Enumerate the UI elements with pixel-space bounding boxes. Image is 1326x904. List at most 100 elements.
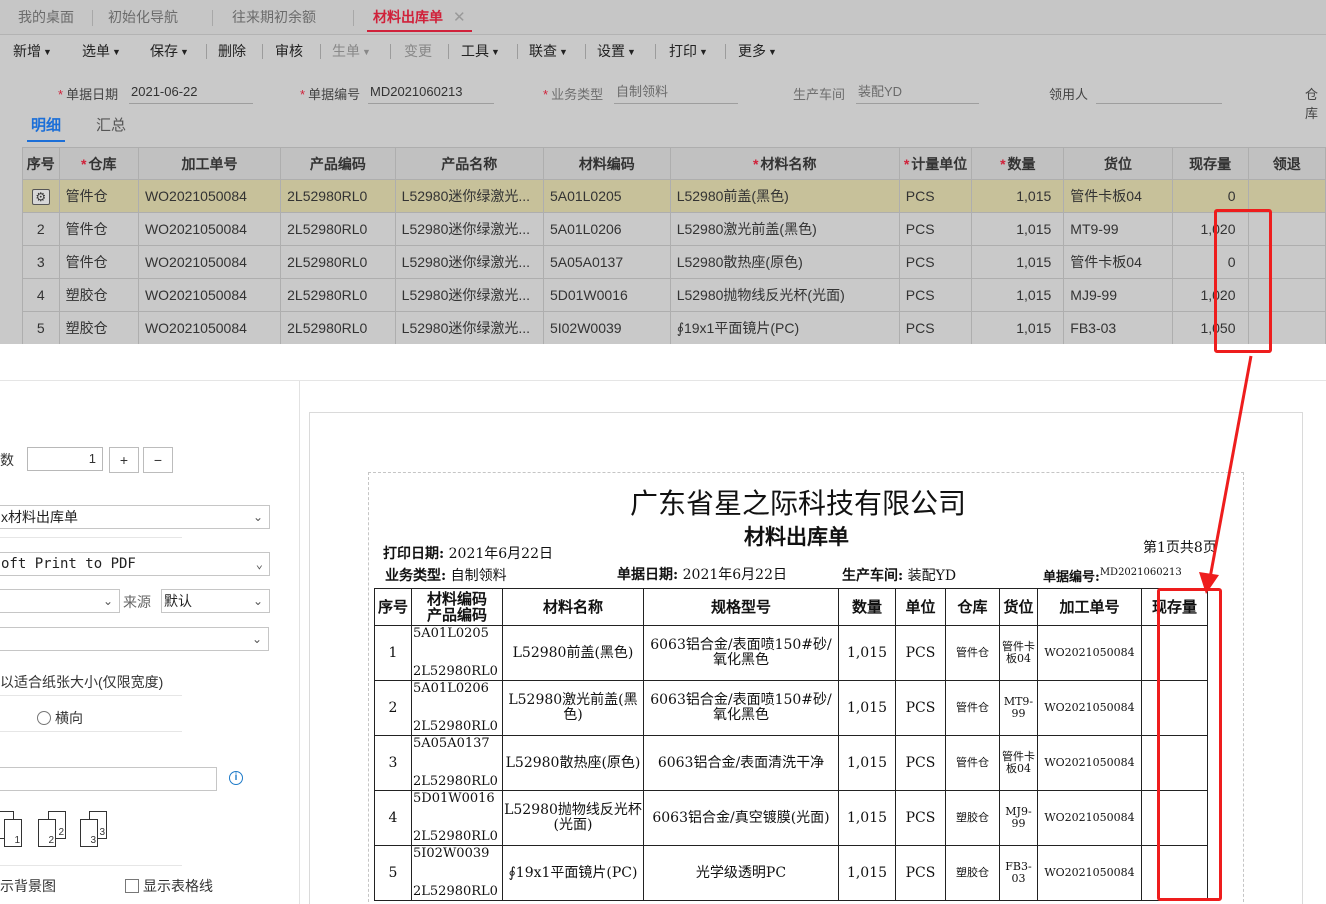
- cell-product-code[interactable]: 2L52980RL0: [280, 245, 396, 279]
- tools-button[interactable]: 工具 ▼: [461, 36, 500, 66]
- tab-init-nav[interactable]: 初始化导航: [90, 0, 196, 35]
- cell-warehouse[interactable]: 管件仓: [58, 212, 139, 246]
- cell-warehouse[interactable]: 塑胶仓: [58, 278, 139, 312]
- table-row[interactable]: 4 塑胶仓 WO2021050084 2L52980RL0 L52980迷你绿激…: [22, 278, 1326, 312]
- cell-warehouse[interactable]: 管件仓: [58, 179, 139, 213]
- source-select[interactable]: 默认 ⌄: [161, 589, 270, 613]
- cell-unit[interactable]: PCS: [898, 212, 973, 246]
- paper-select[interactable]: ⌄: [0, 589, 120, 613]
- scale-select[interactable]: ⌄: [0, 627, 269, 651]
- landscape-radio[interactable]: 横向: [37, 708, 83, 728]
- cell-product-code[interactable]: 2L52980RL0: [280, 212, 396, 246]
- date-field[interactable]: 2021-06-22: [129, 82, 253, 104]
- cell-location[interactable]: MT9-99: [1063, 212, 1173, 246]
- col-material-code[interactable]: 材料编码: [542, 147, 671, 180]
- cell-product-name[interactable]: L52980迷你绿激光...: [394, 278, 544, 312]
- col-seq[interactable]: 序号: [22, 147, 60, 180]
- col-unit[interactable]: * 计量单位: [898, 147, 973, 180]
- settings-button[interactable]: 设置 ▼: [597, 36, 636, 66]
- cell-work-order[interactable]: WO2021050084: [137, 212, 282, 246]
- cell-material-code[interactable]: 5A05A0137: [542, 245, 671, 279]
- col-stock[interactable]: 现存量: [1171, 147, 1249, 180]
- cell-quantity[interactable]: 1,015: [971, 311, 1065, 344]
- cell-work-order[interactable]: WO2021050084: [137, 311, 282, 344]
- col-material-name[interactable]: * 材料名称: [669, 147, 900, 180]
- table-row[interactable]: ⚙ 管件仓 WO2021050084 2L52980RL0 L52980迷你绿激…: [22, 179, 1326, 213]
- col-warehouse[interactable]: * 仓库: [58, 147, 139, 180]
- cell-product-code[interactable]: 2L52980RL0: [280, 311, 396, 344]
- audit-button[interactable]: 审核: [275, 36, 303, 66]
- tab-detail[interactable]: 明细: [26, 114, 66, 142]
- cell-product-code[interactable]: 2L52980RL0: [280, 179, 396, 213]
- page-range-input[interactable]: [0, 767, 217, 791]
- cell-warehouse[interactable]: 塑胶仓: [58, 311, 139, 344]
- cell-location[interactable]: 管件卡板04: [1063, 245, 1173, 279]
- cell-unit[interactable]: PCS: [898, 179, 973, 213]
- cell-unit[interactable]: PCS: [898, 245, 973, 279]
- cell-material-name[interactable]: ∮19x1平面镜片(PC): [669, 311, 900, 344]
- save-button[interactable]: 保存 ▼: [150, 36, 189, 66]
- info-icon[interactable]: i: [229, 771, 243, 785]
- table-row[interactable]: 3 管件仓 WO2021050084 2L52980RL0 L52980迷你绿激…: [22, 245, 1326, 279]
- tab-material-issue[interactable]: 材料出库单 ✕: [355, 0, 484, 35]
- cell-product-name[interactable]: L52980迷你绿激光...: [394, 179, 544, 213]
- collate-pages-icon[interactable]: 1: [4, 819, 22, 847]
- printer-select[interactable]: oft Print to PDF ⌄: [0, 552, 270, 576]
- copies-minus-button[interactable]: −: [143, 447, 173, 473]
- cell-work-order[interactable]: WO2021050084: [137, 278, 282, 312]
- receiver-field[interactable]: [1096, 82, 1222, 104]
- change-button[interactable]: 变更: [404, 36, 432, 66]
- gear-icon[interactable]: ⚙: [31, 188, 50, 205]
- checkbox-icon[interactable]: [125, 879, 139, 893]
- radio-icon[interactable]: [37, 711, 51, 725]
- collate-pages-icon[interactable]: 2: [38, 819, 56, 847]
- row-settings-cell[interactable]: ⚙: [22, 179, 60, 213]
- delete-button[interactable]: 删除: [218, 36, 246, 66]
- cell-material-name[interactable]: L52980前盖(黑色): [669, 179, 900, 213]
- collate-pages-icon[interactable]: 3: [80, 819, 98, 847]
- cell-product-name[interactable]: L52980迷你绿激光...: [394, 212, 544, 246]
- new-button[interactable]: 新增 ▼: [13, 36, 52, 66]
- doc-no-field[interactable]: MD2021060213: [368, 82, 494, 104]
- cell-quantity[interactable]: 1,015: [971, 179, 1065, 213]
- cell-material-code[interactable]: 5A01L0206: [542, 212, 671, 246]
- cell-material-name[interactable]: L52980散热座(原色): [669, 245, 900, 279]
- biz-type-field[interactable]: 自制领料: [614, 82, 738, 104]
- cell-location[interactable]: MJ9-99: [1063, 278, 1173, 312]
- col-return[interactable]: 领退: [1247, 147, 1326, 180]
- col-work-order[interactable]: 加工单号: [137, 147, 282, 180]
- col-product-name[interactable]: 产品名称: [394, 147, 544, 180]
- cell-product-code[interactable]: 2L52980RL0: [280, 278, 396, 312]
- cell-material-code[interactable]: 5A01L0205: [542, 179, 671, 213]
- more-button[interactable]: 更多 ▼: [738, 36, 777, 66]
- show-gridlines-checkbox[interactable]: 显示表格线: [125, 876, 213, 896]
- copies-plus-button[interactable]: +: [109, 447, 139, 473]
- table-row[interactable]: 5 塑胶仓 WO2021050084 2L52980RL0 L52980迷你绿激…: [22, 311, 1326, 344]
- tab-opening-balance[interactable]: 往来期初余额: [214, 0, 334, 35]
- close-icon[interactable]: ✕: [453, 9, 466, 26]
- col-location[interactable]: 货位: [1063, 147, 1173, 180]
- print-button[interactable]: 打印 ▼: [669, 36, 708, 66]
- cell-material-name[interactable]: L52980抛物线反光杯(光面): [669, 278, 900, 312]
- template-select[interactable]: x材料出库单 ⌄: [0, 505, 270, 529]
- cell-quantity[interactable]: 1,015: [971, 278, 1065, 312]
- cell-work-order[interactable]: WO2021050084: [137, 179, 282, 213]
- cell-material-name[interactable]: L52980激光前盖(黑色): [669, 212, 900, 246]
- col-product-code[interactable]: 产品编码: [280, 147, 396, 180]
- tab-summary[interactable]: 汇总: [96, 114, 126, 135]
- show-background-option[interactable]: 示背景图: [0, 876, 56, 896]
- table-row[interactable]: 2 管件仓 WO2021050084 2L52980RL0 L52980迷你绿激…: [22, 212, 1326, 246]
- tab-desktop[interactable]: 我的桌面: [0, 0, 92, 35]
- copies-input[interactable]: 1: [27, 447, 103, 471]
- select-button[interactable]: 选单 ▼: [82, 36, 121, 66]
- cell-material-code[interactable]: 5I02W0039: [542, 311, 671, 344]
- fit-width-option[interactable]: 以适合纸张大小(仅限宽度): [0, 672, 163, 692]
- query-button[interactable]: 联查 ▼: [529, 36, 568, 66]
- cell-unit[interactable]: PCS: [898, 311, 973, 344]
- col-quantity[interactable]: * 数量: [971, 147, 1065, 180]
- cell-location[interactable]: 管件卡板04: [1063, 179, 1173, 213]
- cell-unit[interactable]: PCS: [898, 278, 973, 312]
- cell-location[interactable]: FB3-03: [1063, 311, 1173, 344]
- cell-quantity[interactable]: 1,015: [971, 245, 1065, 279]
- cell-product-name[interactable]: L52980迷你绿激光...: [394, 311, 544, 344]
